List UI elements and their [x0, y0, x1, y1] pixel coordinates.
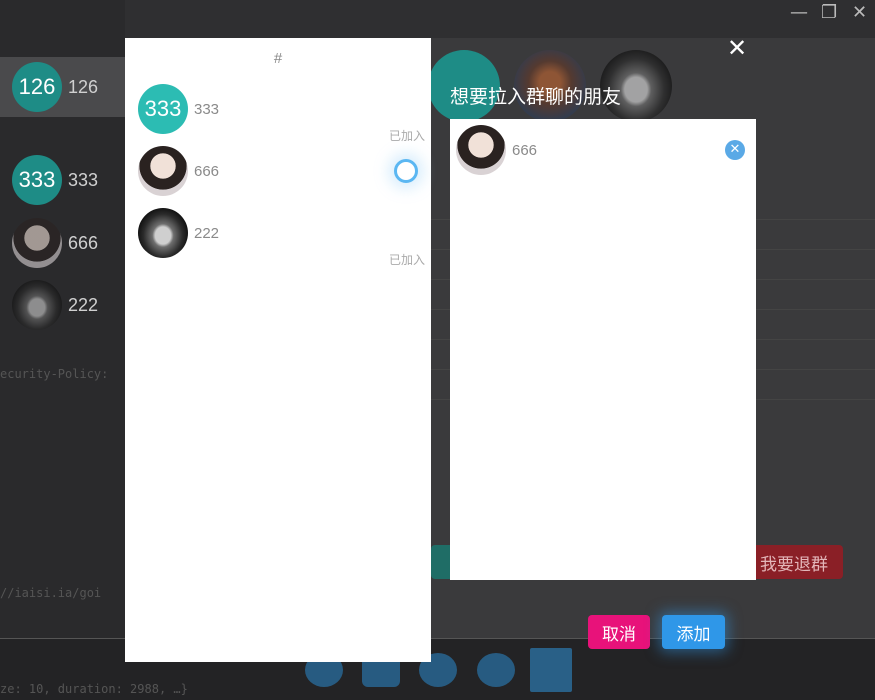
avatar [138, 208, 188, 258]
background-contact-222: 222 [0, 275, 125, 335]
selection-title: 想要拉入群聊的朋友 [450, 86, 622, 108]
remove-icon[interactable]: ✕ [725, 140, 745, 160]
contact-name: 126 [68, 76, 99, 97]
select-radio[interactable] [394, 159, 418, 183]
avatar [530, 648, 572, 692]
background-log-text: //iaisi.ia/goi [0, 586, 102, 600]
contact-name: 666 [68, 232, 99, 253]
friend-item-222[interactable]: 222 已加入 [125, 202, 431, 267]
cancel-button[interactable]: 取消 [588, 615, 650, 649]
restore-icon: ❐ [821, 2, 838, 23]
background-contact-126: 126 126 [0, 57, 125, 117]
background-log-text: ecurity-Policy: [0, 367, 109, 381]
friend-name: 222 [194, 224, 220, 242]
friend-item-666[interactable]: 666 [125, 140, 431, 202]
close-icon[interactable]: ✕ [727, 34, 747, 62]
avatar: 333 [12, 155, 62, 205]
friend-picker-panel: # 333 333 已加入 666 222 已加入 [125, 38, 431, 662]
avatar [138, 146, 188, 196]
selected-name: 666 [512, 141, 538, 159]
group-icon [477, 653, 515, 687]
minimize-icon: — [790, 2, 808, 23]
background-titlebar [0, 0, 875, 38]
background-contact-333: 333 333 [0, 150, 125, 210]
background-log-text: ze: 10, duration: 2988, …} [0, 682, 188, 696]
friend-item-333[interactable]: 333 333 已加入 [125, 78, 431, 143]
contact-name: 333 [68, 169, 99, 190]
avatar [12, 280, 62, 330]
contact-name: 222 [68, 294, 99, 315]
background-contact-sidebar: 126 126 333 333 666 222 ecurity-Policy: … [0, 0, 125, 640]
joined-status: 已加入 [388, 253, 425, 267]
friend-name: 333 [194, 100, 220, 118]
avatar: 126 [12, 62, 62, 112]
background-contact-666: 666 [0, 213, 125, 273]
window-close-icon: ✕ [852, 2, 868, 23]
add-button[interactable]: 添加 [662, 615, 725, 649]
selected-item-666: 666 ✕ [450, 119, 756, 181]
quit-group-button: 我要退群 [745, 545, 843, 579]
selected-friends-panel: 666 ✕ [450, 119, 756, 580]
friend-name: 666 [194, 162, 220, 180]
avatar: 333 [138, 84, 188, 134]
picker-index-header: # [273, 50, 283, 67]
avatar [12, 218, 62, 268]
avatar [456, 125, 506, 175]
